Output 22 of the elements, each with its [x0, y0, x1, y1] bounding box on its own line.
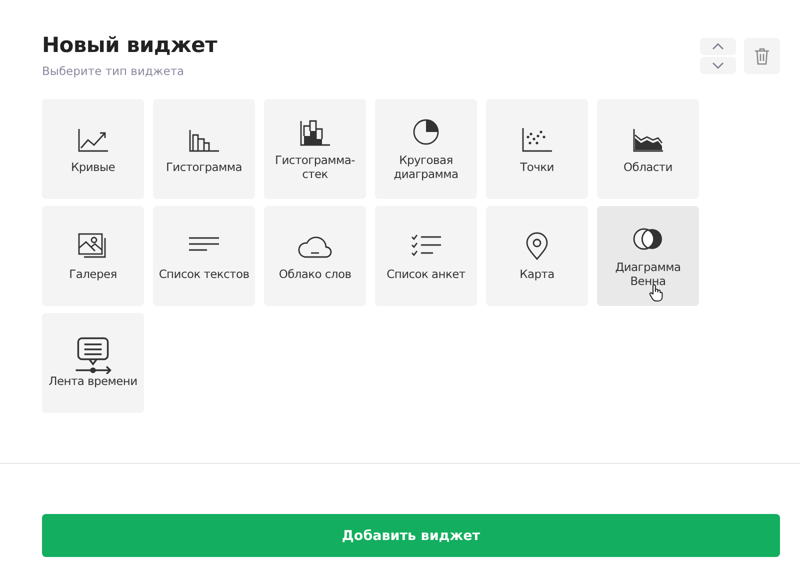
- subtitle: Выберите тип виджета: [42, 63, 186, 80]
- widget-type-tile[interactable]: Список анкет: [375, 206, 477, 306]
- widget-type-tile[interactable]: Карта: [486, 206, 588, 306]
- widget-type-tile[interactable]: Точки: [486, 99, 588, 200]
- move-up-button[interactable]: [700, 38, 736, 55]
- widget-type-tile[interactable]: Лента времени: [42, 313, 144, 414]
- widget-type-tile[interactable]: Облако слов: [264, 206, 366, 306]
- widget-type-tile[interactable]: Гистограмма: [153, 99, 255, 200]
- hand-cursor-icon: [649, 284, 663, 302]
- widget-type-tile[interactable]: Круговая диаграмма: [375, 99, 477, 200]
- widget-type-tile[interactable]: Области: [597, 99, 699, 200]
- widget-type-tile[interactable]: Гистограмма-стек: [264, 99, 366, 200]
- move-down-button[interactable]: [700, 57, 736, 74]
- widget-type-tile[interactable]: Кривые: [42, 99, 144, 200]
- widget-type-tile[interactable]: Галерея: [42, 206, 144, 306]
- title: Новый виджет: [42, 33, 217, 58]
- widget-type-tile[interactable]: Список текстов: [153, 206, 255, 306]
- chevron-up-icon: [712, 43, 724, 50]
- chevron-down-icon: [712, 62, 724, 69]
- widget-type-tile[interactable]: Диаграмма Венна: [597, 206, 699, 306]
- trash-icon: [754, 47, 770, 65]
- delete-button[interactable]: [744, 38, 780, 74]
